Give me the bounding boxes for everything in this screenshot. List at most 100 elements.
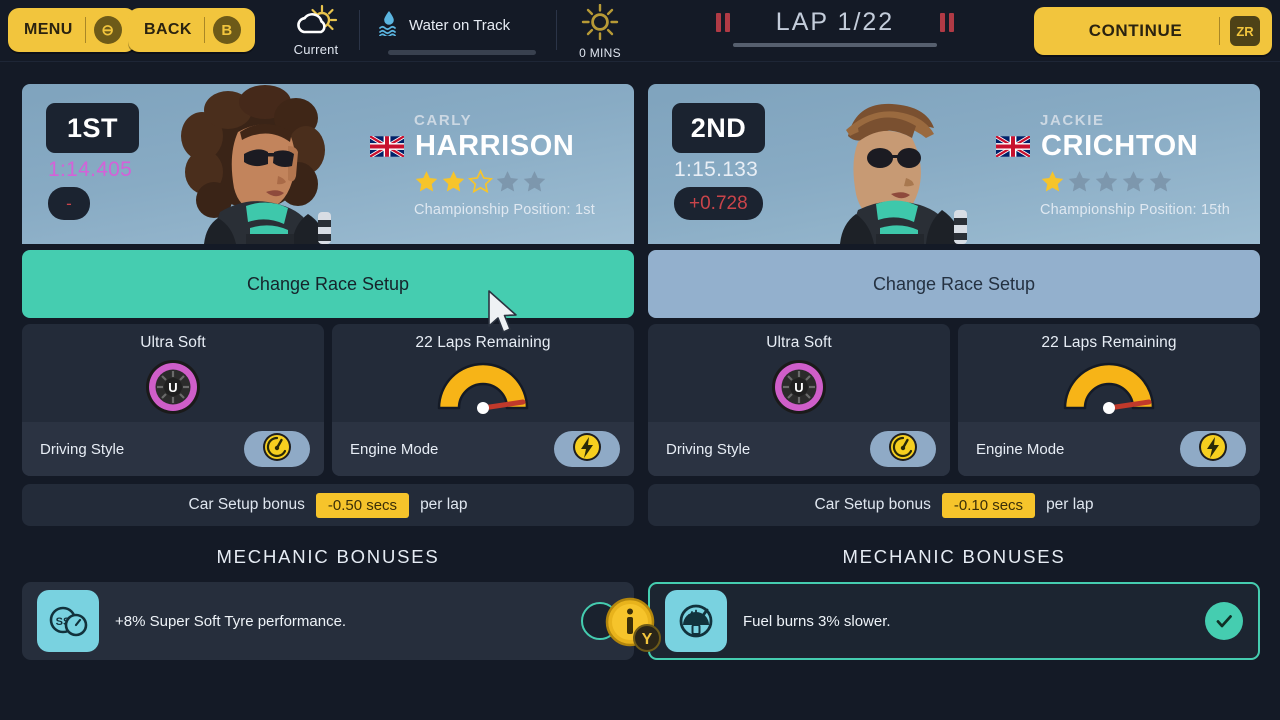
mechanic-bonus-text: Fuel burns 3% slower.	[743, 612, 891, 630]
water-on-track-label: Water on Track	[409, 17, 511, 34]
driving-style-label: Driving Style	[666, 440, 751, 458]
star-icon-empty	[1094, 169, 1119, 194]
lap-time: 1:15.133	[674, 158, 759, 181]
car-setup-bonus-suffix: per lap	[1046, 496, 1094, 513]
star-icon-filled	[441, 169, 466, 194]
engine-mode-toggle[interactable]	[554, 431, 620, 467]
sun-behind-cloud-icon	[294, 4, 338, 41]
tyre-setup-box[interactable]: Ultra Soft U Driving Style	[648, 324, 950, 476]
current-weather-indicator: Current	[287, 4, 345, 57]
b-keycap-icon: B	[212, 16, 241, 44]
menu-button[interactable]: MENU ⊖	[8, 8, 136, 52]
fuel-setup-box[interactable]: 22 Laps Remaining Engine Mode	[332, 324, 634, 476]
tyre-icon: U	[648, 352, 950, 422]
driving-style-toggle[interactable]	[244, 431, 310, 467]
driver-identity: CARLY HARRISON Championship Position: 1s…	[368, 112, 595, 218]
forecast-sun-indicator: 0 MINS	[572, 3, 628, 60]
race-position-badge: 2ND	[672, 103, 765, 153]
pause-icon	[940, 13, 955, 32]
star-icon-filled	[414, 169, 439, 194]
driver-first-name: JACKIE	[1040, 112, 1105, 129]
change-race-setup-button[interactable]: Change Race Setup	[648, 250, 1260, 318]
championship-position-value: 1st	[574, 202, 595, 218]
lap-time: 1:14.405	[48, 158, 133, 181]
car-setup-bonus-bar: Car Setup bonus -0.10 secs per lap	[648, 484, 1260, 526]
star-icon-filled	[1040, 169, 1065, 194]
forecast-time-label: 0 MINS	[579, 46, 621, 60]
driver-first-name: CARLY	[414, 112, 473, 129]
lap-progress-bar	[733, 43, 937, 47]
fuel-gauge-icon	[958, 352, 1260, 422]
driving-style-label: Driving Style	[40, 440, 125, 458]
championship-position: Championship Position: 15th	[1040, 202, 1230, 218]
divider	[203, 17, 205, 43]
laps-remaining-label: 22 Laps Remaining	[415, 334, 551, 351]
speedometer-coin-icon	[888, 432, 918, 467]
fuel-setup-box[interactable]: 22 Laps Remaining Engine Mode	[958, 324, 1260, 476]
menu-button-label: MENU	[24, 21, 73, 38]
divider	[359, 10, 360, 50]
back-button-label: BACK	[144, 21, 192, 38]
mechanic-bonuses-header: MECHANIC BONUSES	[216, 546, 440, 567]
driving-style-toggle[interactable]	[870, 431, 936, 467]
change-race-setup-button[interactable]: Change Race Setup	[22, 250, 634, 318]
delta-badge: -	[48, 187, 90, 220]
info-button[interactable]: Y	[604, 596, 664, 656]
driver-star-rating	[414, 169, 595, 194]
divider	[84, 17, 86, 43]
check-icon[interactable]	[1205, 602, 1243, 640]
svg-text:U: U	[168, 380, 177, 395]
mechanic-bonus-row[interactable]: Fuel burns 3% slower.	[648, 582, 1260, 660]
fuel-gauge-icon	[332, 352, 634, 422]
laps-remaining-label: 22 Laps Remaining	[1041, 334, 1177, 351]
sun-icon	[579, 3, 621, 45]
setup-row: Ultra Soft U Driving Style 22 Laps Remai…	[22, 324, 634, 476]
lap-counter-label: LAP 1/22	[775, 8, 895, 36]
continue-button[interactable]: CONTINUE ZR	[1034, 7, 1272, 55]
engine-mode-label: Engine Mode	[976, 440, 1065, 458]
divider	[1219, 17, 1220, 45]
championship-position-value: 15th	[1200, 202, 1231, 218]
union-jack-flag-icon	[994, 134, 1032, 159]
car-setup-bonus-prefix: Car Setup bonus	[188, 496, 305, 513]
super-soft-tyre-icon: SS	[37, 590, 99, 652]
championship-position: Championship Position: 1st	[414, 202, 595, 218]
tyre-compound-label: Ultra Soft	[766, 334, 832, 351]
mechanic-bonuses-header: MECHANIC BONUSES	[842, 546, 1066, 567]
back-button[interactable]: BACK B	[128, 8, 255, 52]
star-icon-empty	[1148, 169, 1173, 194]
lightning-coin-icon	[1198, 432, 1228, 467]
engine-mode-toggle[interactable]	[1180, 431, 1246, 467]
star-icon-empty	[1067, 169, 1092, 194]
current-weather-label: Current	[293, 42, 339, 57]
car-setup-bonus-prefix: Car Setup bonus	[814, 496, 931, 513]
mechanic-bonus-row[interactable]: SS +8% Super Soft Tyre performance.	[22, 582, 634, 660]
continue-button-label: CONTINUE	[1088, 21, 1183, 40]
car-setup-bonus-value: -0.50 secs	[315, 492, 410, 518]
water-on-track-indicator: Water on Track	[378, 10, 546, 55]
driver-last-name: CRICHTON	[1041, 130, 1199, 162]
lightning-coin-icon	[572, 432, 602, 467]
driving-style-toggle-row: Driving Style	[22, 422, 324, 476]
car-setup-bonus-bar: Car Setup bonus -0.50 secs per lap	[22, 484, 634, 526]
tyre-compound-label: Ultra Soft	[140, 334, 206, 351]
mechanic-bonus-text: +8% Super Soft Tyre performance.	[115, 612, 347, 630]
engine-mode-toggle-row: Engine Mode	[958, 422, 1260, 476]
tyre-icon: U	[22, 352, 324, 422]
driving-style-toggle-row: Driving Style	[648, 422, 950, 476]
top-header-bar: MENU ⊖ BACK B Current Water on Track 0 M…	[0, 0, 1280, 62]
water-level-bar	[388, 50, 536, 55]
lap-counter: LAP 1/22	[660, 8, 1010, 47]
svg-text:Y: Y	[642, 631, 653, 648]
driver-panel-1: 1ST 1:14.405 - CARLY HARRISON Championsh…	[22, 84, 634, 660]
driver-panel-2: 2ND 1:15.133 +0.728 JACKIE CRICHTON Cham…	[648, 84, 1260, 660]
car-setup-bonus-suffix: per lap	[420, 496, 468, 513]
driver-card: 1ST 1:14.405 - CARLY HARRISON Championsh…	[22, 84, 634, 244]
game-screen: MENU ⊖ BACK B Current Water on Track 0 M…	[0, 0, 1280, 720]
driver-last-name: HARRISON	[415, 130, 575, 162]
championship-position-label: Championship Position:	[1040, 202, 1197, 218]
delta-badge: +0.728	[674, 187, 763, 220]
championship-position-label: Championship Position:	[414, 202, 571, 218]
tyre-setup-box[interactable]: Ultra Soft U Driving Style	[22, 324, 324, 476]
engine-mode-toggle-row: Engine Mode	[332, 422, 634, 476]
